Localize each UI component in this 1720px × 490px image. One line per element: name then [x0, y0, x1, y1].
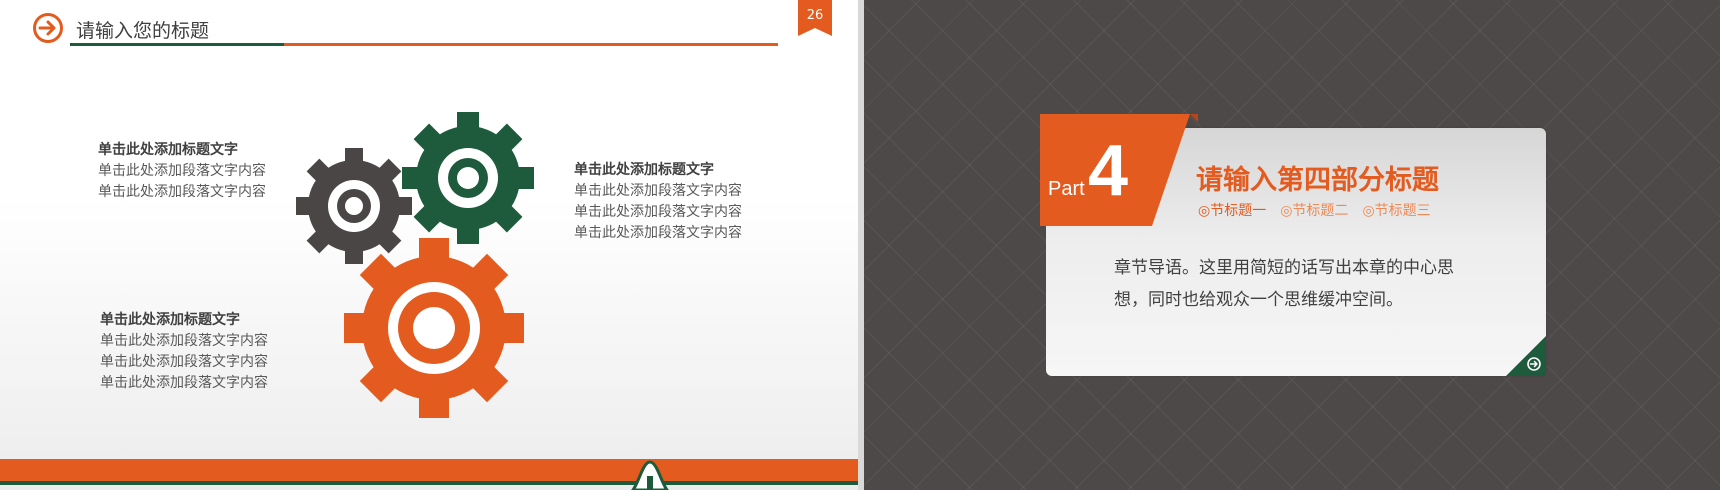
text-block-line: 单击此处添加段落文字内容	[100, 333, 268, 349]
subtitle-item[interactable]: ◎节标题三	[1362, 200, 1430, 220]
gear-orange	[344, 238, 524, 418]
subtitle-item[interactable]: ◎节标题一	[1198, 200, 1266, 220]
gear-green	[402, 112, 534, 244]
subtitle-item[interactable]: ◎节标题二	[1280, 200, 1348, 220]
text-block-line: 单击此处添加段落文字内容	[574, 225, 742, 241]
arrow-right-circle-icon[interactable]	[1506, 336, 1546, 376]
arrow-right-circle-icon	[33, 13, 63, 43]
title-underline-green	[70, 43, 284, 46]
text-block-line: 单击此处添加段落文字内容	[574, 204, 742, 220]
left-slide: 请输入您的标题 26 单击此处添加标题文字 单击此处添加段落文字内容 单击此处添…	[0, 0, 858, 490]
section-intro-text: 章节导语。这里用简短的话写出本章的中心思想，同时也给观众一个思维缓冲空间。	[1114, 258, 1454, 310]
section-title: 请输入第四部分标题	[1196, 165, 1439, 196]
subtitle-list: ◎节标题一 ◎节标题二 ◎节标题三	[1198, 200, 1431, 220]
text-block-heading: 单击此处添加标题文字	[98, 142, 238, 158]
text-block-heading: 单击此处添加标题文字	[100, 312, 240, 328]
text-block-3: 单击此处添加标题文字 单击此处添加段落文字内容 单击此处添加段落文字内容 单击此…	[100, 310, 268, 394]
text-block-2: 单击此处添加标题文字 单击此处添加段落文字内容 单击此处添加段落文字内容 单击此…	[574, 160, 742, 244]
slide-title: 请输入您的标题	[76, 20, 210, 42]
text-block-line: 单击此处添加段落文字内容	[98, 184, 266, 200]
text-block-line: 单击此处添加段落文字内容	[100, 354, 268, 370]
part-number: 4	[1088, 131, 1129, 211]
text-block-line: 单击此处添加段落文字内容	[574, 183, 742, 199]
footer-bar-green	[0, 481, 858, 485]
text-block-line: 单击此处添加段落文字内容	[98, 163, 266, 179]
text-block-1: 单击此处添加标题文字 单击此处添加段落文字内容 单击此处添加段落文字内容	[98, 140, 266, 203]
page-number: 26	[806, 8, 824, 23]
text-block-heading: 单击此处添加标题文字	[574, 162, 714, 178]
title-underline-orange	[284, 43, 778, 46]
gear-dark	[296, 148, 412, 264]
footer-emblem-icon	[631, 460, 669, 490]
text-block-line: 单击此处添加段落文字内容	[100, 375, 268, 391]
gears-icon	[296, 112, 534, 418]
part-label: Part	[1048, 178, 1085, 200]
footer-bar-orange	[0, 459, 858, 481]
